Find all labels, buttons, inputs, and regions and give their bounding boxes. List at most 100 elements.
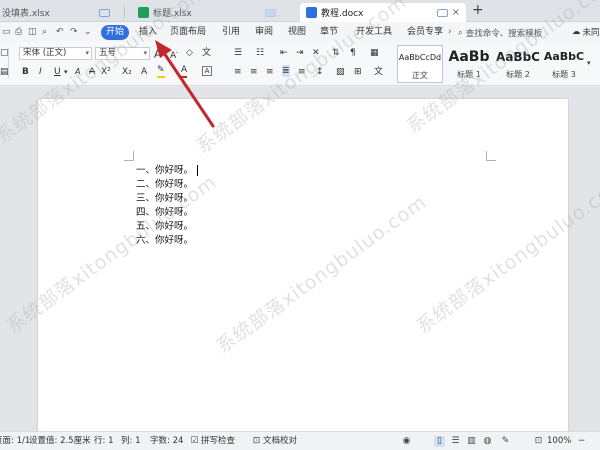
eye-icon[interactable]: ◉ xyxy=(401,436,412,447)
text-tools-icon[interactable]: 文 xyxy=(374,66,383,78)
clear-format-icon[interactable]: ◇ xyxy=(186,47,193,59)
chevron-down-icon[interactable]: ⌄ xyxy=(84,27,94,37)
font-size-select[interactable]: 五号 ▾ xyxy=(95,47,150,60)
proof-icon[interactable]: ⊡ xyxy=(251,436,262,447)
status-spellcheck[interactable]: 拼写检查 xyxy=(201,436,235,447)
justify-icon[interactable]: ≣ xyxy=(282,65,290,77)
page-view-icon[interactable]: ▯ xyxy=(434,436,445,447)
superscript-icon[interactable]: X² xyxy=(101,66,111,78)
status-col: 列: 1 xyxy=(121,436,141,446)
reading-view-icon[interactable]: ▥ xyxy=(466,436,477,447)
underline-icon[interactable]: U xyxy=(54,66,61,78)
decrease-font-icon[interactable]: A- xyxy=(170,47,178,62)
status-setting[interactable]: 设置值: 2.5厘米 xyxy=(29,436,91,447)
list-item[interactable]: 六、你好呀。 xyxy=(136,234,198,248)
style-normal[interactable]: AaBbCcDd 正文 xyxy=(397,45,443,83)
font-color-icon[interactable]: A xyxy=(181,64,188,78)
list-item[interactable]: 五、你好呀。 xyxy=(136,220,198,234)
window-icon[interactable] xyxy=(437,8,448,17)
print-icon[interactable]: ⎙ xyxy=(15,27,25,37)
outline-view-icon[interactable]: ☰ xyxy=(450,436,461,447)
title-bar: 没填表.xlsx 标题.xlsx 教程.docx × + xyxy=(0,0,600,22)
search-box[interactable]: ⌕ 查找命令、搜索模板 xyxy=(458,26,542,40)
style-heading-1[interactable]: AaBb 标题 1 xyxy=(445,45,493,83)
align-center-icon[interactable]: ≡ xyxy=(250,66,258,78)
window-icon[interactable] xyxy=(99,8,110,17)
bold-icon[interactable]: B xyxy=(22,66,29,78)
document-page[interactable]: 一、你好呀。 二、你好呀。 三、你好呀。 四、你好呀。 五、你好呀。 六、你好呀… xyxy=(38,99,568,439)
print-preview-icon[interactable]: ⌕ xyxy=(42,27,52,37)
strikethrough-icon[interactable]: A xyxy=(89,66,95,78)
char-border-icon[interactable]: A xyxy=(141,66,147,78)
align-right-icon[interactable]: ≡ xyxy=(266,66,274,78)
preview-icon[interactable]: ◫ xyxy=(28,27,38,37)
tab-1[interactable]: 标题.xlsx xyxy=(132,3,292,22)
pinyin-icon[interactable]: 文 xyxy=(202,47,211,59)
status-row: 行: 1 xyxy=(94,436,114,446)
menu-insert[interactable]: 插入 xyxy=(139,25,157,40)
tab-2-active[interactable]: 教程.docx × xyxy=(300,3,466,22)
tab-label: 没填表.xlsx xyxy=(2,9,50,19)
add-tab-button[interactable]: + xyxy=(472,2,484,18)
menu-references[interactable]: 引用 xyxy=(222,25,240,40)
tab-0[interactable]: 没填表.xlsx xyxy=(0,3,118,22)
undo-icon[interactable]: ↶ xyxy=(56,27,66,37)
zoom-level[interactable]: 100% xyxy=(547,436,571,447)
document-body[interactable]: 一、你好呀。 二、你好呀。 三、你好呀。 四、你好呀。 五、你好呀。 六、你好呀… xyxy=(136,164,199,248)
highlight-icon[interactable]: ✎ xyxy=(157,64,165,78)
chevron-right-icon[interactable]: › xyxy=(448,27,452,37)
menu-start-button[interactable]: 开始 xyxy=(101,25,129,40)
show-marks-icon[interactable]: ¶ xyxy=(350,47,356,59)
paragraph-shading-icon[interactable]: ▨ xyxy=(336,66,345,78)
zoom-out-icon[interactable]: − xyxy=(576,436,587,447)
status-proof[interactable]: 文档校对 xyxy=(263,436,297,447)
margin-mark xyxy=(124,151,134,161)
increase-indent-icon[interactable]: ⇥ xyxy=(296,47,304,59)
char-shading-icon[interactable]: A xyxy=(202,66,212,76)
menu-page-layout[interactable]: 页面布局 xyxy=(170,25,206,40)
menu-view[interactable]: 视图 xyxy=(288,25,306,40)
status-bar: 页面: 1/1 设置值: 2.5厘米 行: 1 列: 1 字数: 24 ☑ 拼写… xyxy=(0,431,600,450)
font-effect-icon[interactable]: A xyxy=(75,66,80,78)
redo-icon[interactable]: ↷ xyxy=(70,27,80,37)
align-left-icon[interactable]: ≡ xyxy=(234,66,242,78)
subscript-icon[interactable]: X₂ xyxy=(122,66,132,78)
status-page[interactable]: 页面: 1/1 xyxy=(0,436,30,447)
status-words[interactable]: 字数: 24 xyxy=(150,436,183,447)
line-spacing-icon[interactable]: ↕ xyxy=(316,66,324,78)
list-item[interactable]: 三、你好呀。 xyxy=(136,192,198,206)
window-icon[interactable] xyxy=(265,8,276,17)
table-icon[interactable]: ▦ xyxy=(370,47,379,59)
spellcheck-icon[interactable]: ☑ xyxy=(189,436,200,447)
pen-icon[interactable]: ✎ xyxy=(500,436,511,447)
increase-font-icon[interactable]: A+ xyxy=(154,46,167,61)
list-item[interactable]: 二、你好呀。 xyxy=(136,178,198,192)
menu-member[interactable]: 会员专享 xyxy=(407,25,443,40)
document-canvas[interactable]: 一、你好呀。 二、你好呀。 三、你好呀。 四、你好呀。 五、你好呀。 六、你好呀… xyxy=(0,0,600,439)
list-item[interactable]: 四、你好呀。 xyxy=(136,206,198,220)
border-icon[interactable]: ⊞ xyxy=(354,66,362,78)
style-heading-3[interactable]: AaBbC 标题 3 xyxy=(543,45,585,83)
list-item[interactable]: 一、你好呀。 xyxy=(136,164,199,178)
chevron-down-icon[interactable]: ▾ xyxy=(587,57,591,69)
distribute-icon[interactable]: ≡ xyxy=(298,66,306,78)
web-view-icon[interactable]: ◍ xyxy=(482,436,493,447)
close-icon[interactable]: × xyxy=(452,7,460,18)
fit-page-icon[interactable]: ⊡ xyxy=(533,436,544,447)
menu-developer[interactable]: 开发工具 xyxy=(356,25,392,40)
menu-chapter[interactable]: 章节 xyxy=(320,25,338,40)
sync-button[interactable]: ☁ 未同步 xyxy=(572,26,600,38)
chevron-down-icon[interactable]: ▾ xyxy=(64,66,68,78)
style-heading-2[interactable]: AaBbC 标题 2 xyxy=(495,45,541,83)
style-name: 标题 1 xyxy=(457,70,481,79)
save-icon[interactable]: ▭ xyxy=(2,27,12,37)
sort-icon[interactable]: ⇅ xyxy=(332,47,340,59)
bullet-list-icon[interactable]: ☰ xyxy=(234,47,242,59)
chinese-layout-icon[interactable]: ✕ xyxy=(312,47,320,59)
font-name-select[interactable]: 宋体 (正文) ▾ xyxy=(19,47,92,60)
menu-review[interactable]: 审阅 xyxy=(255,25,273,40)
vertical-scrollbar[interactable] xyxy=(590,87,600,431)
decrease-indent-icon[interactable]: ⇤ xyxy=(280,47,288,59)
italic-icon[interactable]: I xyxy=(39,66,42,78)
numbered-list-icon[interactable]: ☷ xyxy=(256,47,264,59)
